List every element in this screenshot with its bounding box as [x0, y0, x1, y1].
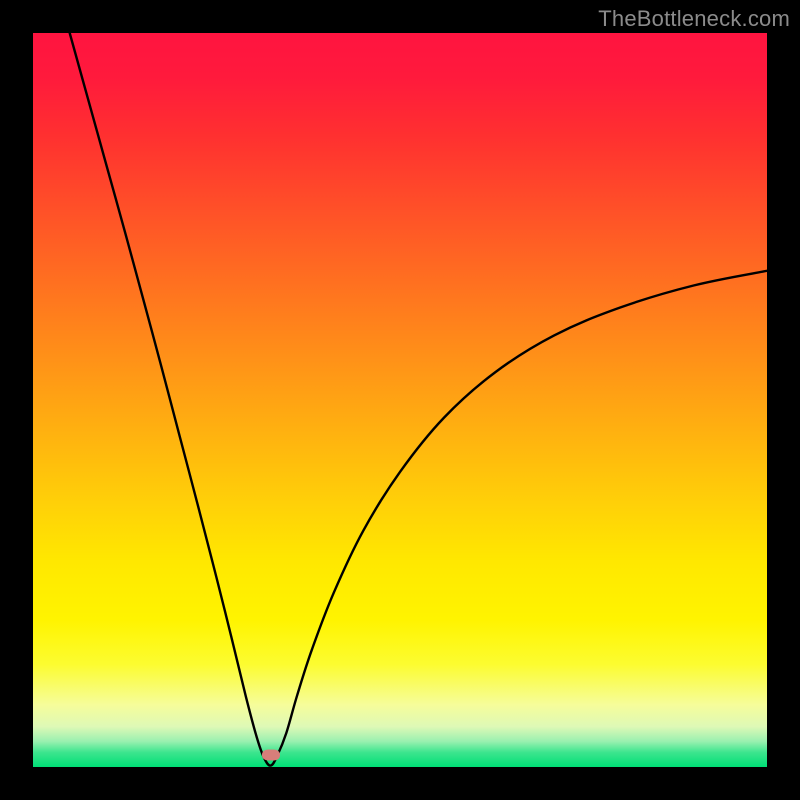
chart-frame: TheBottleneck.com	[0, 0, 800, 800]
bottleneck-curve	[33, 33, 767, 767]
plot-area	[33, 33, 767, 767]
optimal-point-marker	[262, 750, 280, 761]
watermark-text: TheBottleneck.com	[598, 6, 790, 32]
